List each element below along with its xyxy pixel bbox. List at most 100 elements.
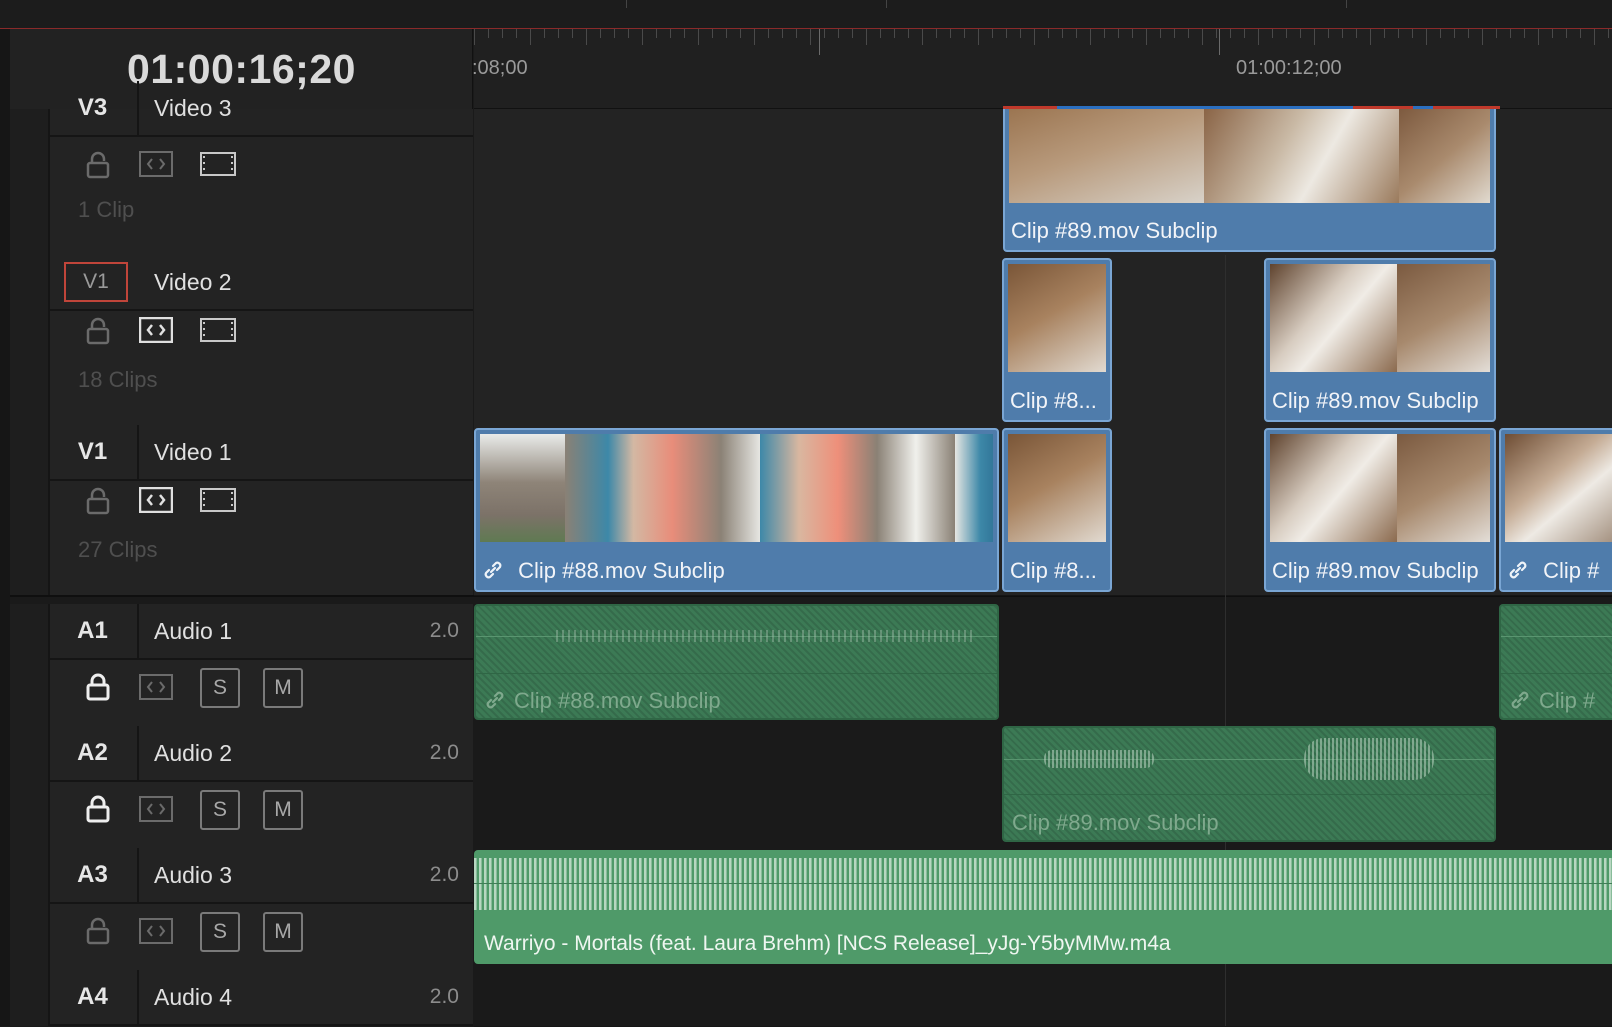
ruler-tick xyxy=(502,29,503,38)
video-clip[interactable]: Clip #8... xyxy=(1002,428,1112,592)
ruler-tick xyxy=(712,29,713,38)
audio-clip-music[interactable]: Warriyo - Mortals (feat. Laura Brehm) [N… xyxy=(474,850,1612,964)
ruler-tick xyxy=(1538,29,1539,45)
clip-label-text: Clip # xyxy=(1543,558,1600,583)
lock-icon[interactable] xyxy=(82,315,114,347)
ruler-tick xyxy=(992,29,993,38)
track-id[interactable]: A3 xyxy=(48,848,139,902)
ruler-tick xyxy=(796,29,797,38)
ruler-tick xyxy=(936,29,937,38)
video-clip[interactable]: Clip #89.mov Subclip xyxy=(1264,258,1496,422)
lock-icon[interactable] xyxy=(82,793,114,825)
video-clip[interactable]: Clip #88.mov Subclip xyxy=(474,428,999,592)
track-id[interactable]: A4 xyxy=(48,970,139,1024)
video-clip[interactable]: Clip #8... xyxy=(1002,258,1112,422)
ruler-tick xyxy=(1468,29,1469,38)
lock-icon[interactable] xyxy=(82,915,114,947)
auto-select-icon[interactable] xyxy=(138,794,174,824)
clip-thumbnails xyxy=(480,434,993,542)
solo-button[interactable]: S xyxy=(200,912,240,952)
ruler-tick xyxy=(1258,29,1259,45)
clip-label: Clip #8... xyxy=(1010,558,1097,583)
ruler-tick xyxy=(642,29,643,45)
audio-clip[interactable]: Clip #89.mov Subclip xyxy=(1002,726,1496,842)
ruler-tick xyxy=(530,29,531,45)
lock-icon[interactable] xyxy=(82,671,114,703)
ruler-tick xyxy=(1062,29,1063,38)
track-output-icon[interactable] xyxy=(200,316,236,344)
ruler-tick xyxy=(1286,29,1287,38)
ruler-tick xyxy=(628,29,629,38)
ruler-tick xyxy=(880,29,881,38)
track-name[interactable]: Audio 2 xyxy=(154,726,232,780)
ruler-tick xyxy=(1006,29,1007,38)
ruler-tick xyxy=(558,29,559,38)
ruler-tick xyxy=(1454,29,1455,38)
ruler-tick xyxy=(1020,29,1021,38)
ruler-tick xyxy=(516,29,517,38)
mute-button[interactable]: M xyxy=(263,790,303,830)
ruler-tick xyxy=(1580,29,1581,38)
track-name[interactable]: Video 3 xyxy=(154,81,232,135)
ruler-tick xyxy=(1594,29,1595,45)
auto-select-icon[interactable] xyxy=(138,916,174,946)
mute-button[interactable]: M xyxy=(263,668,303,708)
clip-label: Clip #89.mov Subclip xyxy=(1272,558,1479,583)
ruler-tick xyxy=(544,29,545,38)
track-name[interactable]: Audio 3 xyxy=(154,848,232,902)
solo-button[interactable]: S xyxy=(200,668,240,708)
video-audio-divider[interactable] xyxy=(10,595,1612,604)
track-id[interactable]: V1 xyxy=(48,425,139,479)
lock-icon[interactable] xyxy=(82,149,114,181)
video-clip[interactable]: Clip #89.mov Subclip xyxy=(1003,109,1496,252)
track-header-a1: A1 Audio 1 2.0 S M xyxy=(10,604,473,728)
destination-target-badge[interactable]: V1 xyxy=(64,262,128,302)
ruler-tick xyxy=(1552,29,1553,38)
ruler-tick xyxy=(474,29,475,45)
auto-select-icon[interactable] xyxy=(138,315,174,345)
ruler-tick xyxy=(1132,29,1133,38)
clip-label-text: Clip #88.mov Subclip xyxy=(518,558,725,583)
audio-clip[interactable]: Clip # xyxy=(1499,604,1612,720)
top-strip xyxy=(0,0,1612,29)
track-name[interactable]: Video 1 xyxy=(154,425,232,479)
clip-label: Warriyo - Mortals (feat. Laura Brehm) [N… xyxy=(484,932,1171,955)
video-clip[interactable]: Clip # xyxy=(1499,428,1612,592)
video-clip[interactable]: Clip #89.mov Subclip xyxy=(1264,428,1496,592)
clip-label: Clip #8... xyxy=(1010,388,1097,413)
mute-button[interactable]: M xyxy=(263,912,303,952)
lock-icon[interactable] xyxy=(82,485,114,517)
track-name[interactable]: Audio 4 xyxy=(154,970,232,1024)
ruler-tick xyxy=(1398,29,1399,38)
auto-select-icon[interactable] xyxy=(138,149,174,179)
link-icon xyxy=(1507,558,1535,583)
ruler-tick xyxy=(488,29,489,38)
channel-format: 2.0 xyxy=(429,863,459,886)
track-header-v2: V1 Video 2 18 Clips xyxy=(10,255,473,427)
clip-thumbnails xyxy=(1009,109,1490,203)
track-name[interactable]: Video 2 xyxy=(154,255,232,309)
ruler-tick xyxy=(670,29,671,38)
track-id[interactable]: V3 xyxy=(48,81,139,135)
waveform xyxy=(474,858,1612,910)
audio-clip[interactable]: Clip #88.mov Subclip xyxy=(474,604,999,720)
clip-thumbnails xyxy=(1505,434,1612,542)
timeline-ruler[interactable]: :08;00 01:00:12;00 xyxy=(472,29,1612,109)
track-id[interactable]: A1 xyxy=(48,604,139,658)
ruler-tick xyxy=(810,29,811,45)
track-name[interactable]: Audio 1 xyxy=(154,604,232,658)
waveform xyxy=(556,630,976,642)
ruler-label-start: :08;00 xyxy=(472,57,528,79)
ruler-tick xyxy=(1034,29,1035,45)
auto-select-icon[interactable] xyxy=(138,672,174,702)
solo-button[interactable]: S xyxy=(200,790,240,830)
track-output-icon[interactable] xyxy=(200,486,236,514)
ruler-tick xyxy=(572,29,573,38)
auto-select-icon[interactable] xyxy=(138,485,174,515)
track-id[interactable]: A2 xyxy=(48,726,139,780)
ruler-tick xyxy=(922,29,923,45)
ruler-tick xyxy=(1160,29,1161,38)
timeline-lane-a4[interactable] xyxy=(474,970,1612,1027)
track-output-icon[interactable] xyxy=(200,150,236,178)
track-header-a3: A3 Audio 3 2.0 S M xyxy=(10,848,473,972)
